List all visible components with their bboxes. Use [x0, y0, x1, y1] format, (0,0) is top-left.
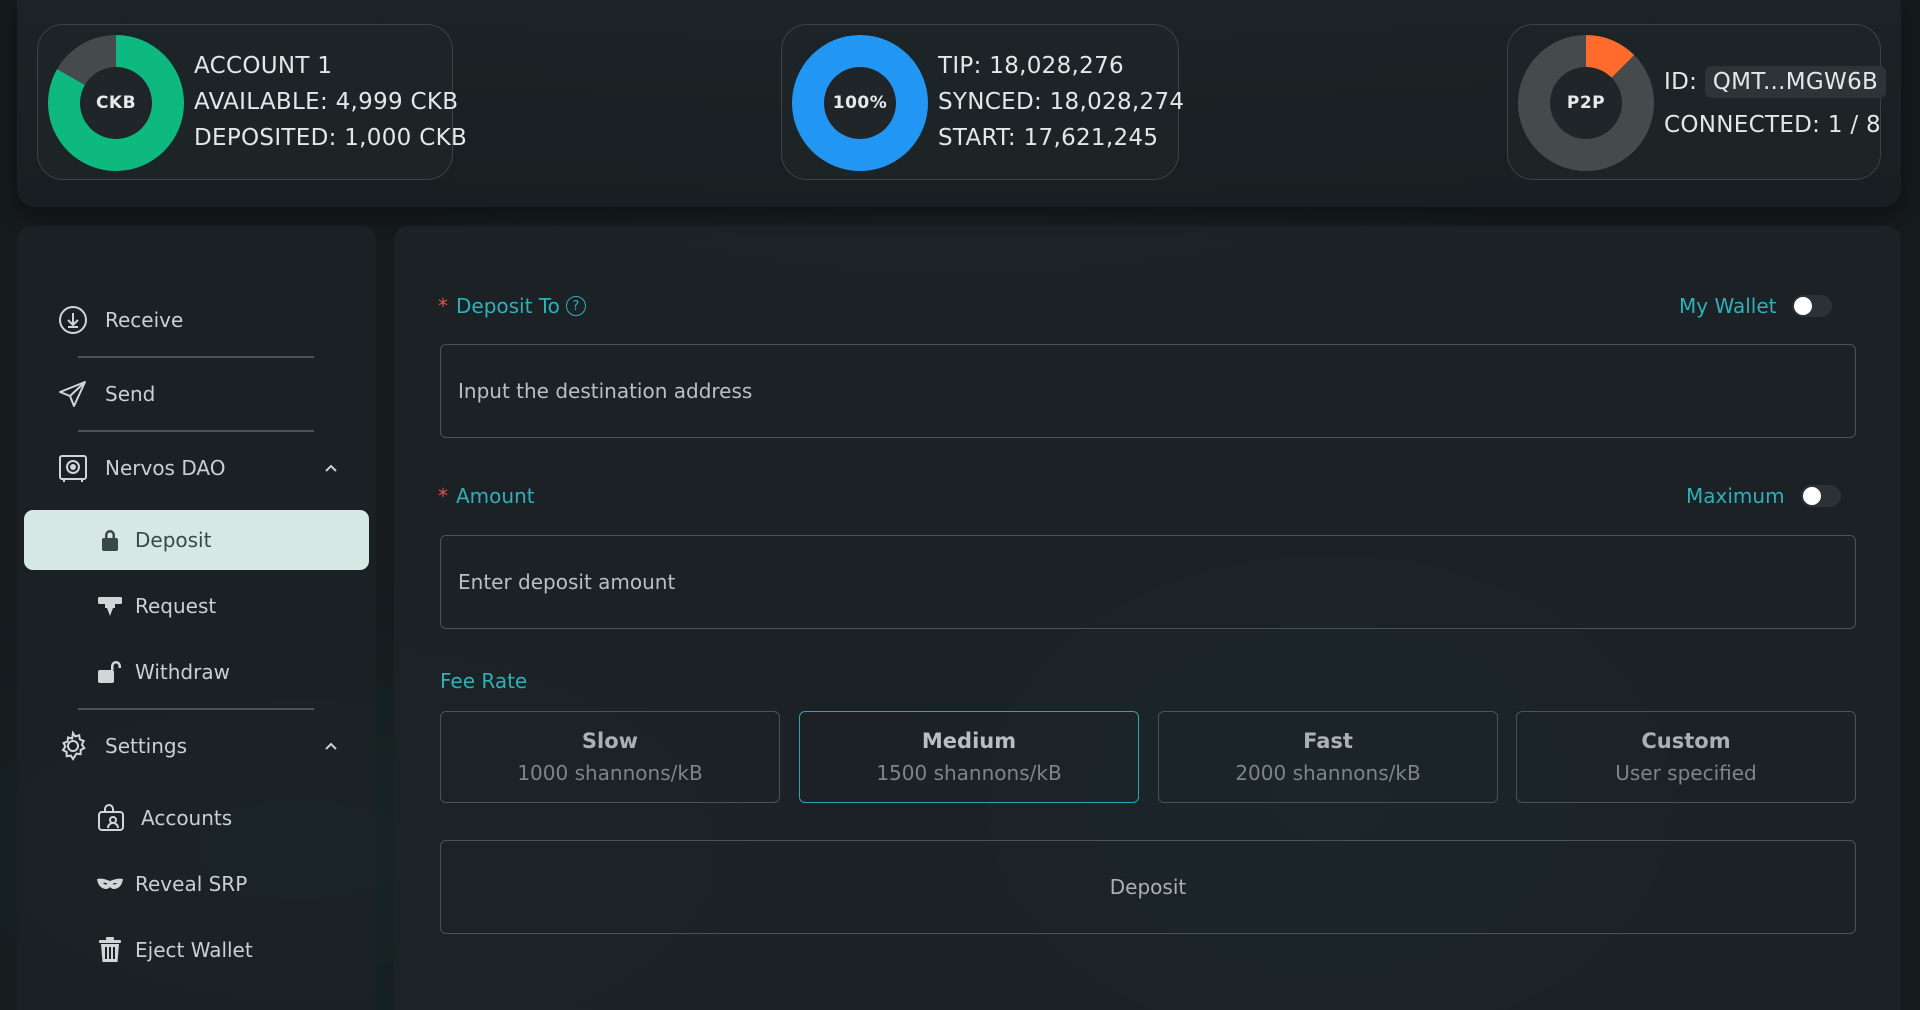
sidebar-item-accounts[interactable]: Accounts [17, 788, 376, 848]
my-wallet-toggle-row: My Wallet [1679, 294, 1833, 318]
account-card: CKB ACCOUNT 1 AVAILABLE: 4,999 CKB DEPOS… [37, 24, 467, 180]
account-deposited: DEPOSITED: 1,000 CKB [194, 125, 468, 151]
deposit-submit-button[interactable]: Deposit [440, 840, 1856, 934]
fee-option-medium[interactable]: Medium 1500 shannons/kB [799, 711, 1139, 803]
sync-progress-ring: 100% [792, 35, 928, 171]
status-bar: CKB ACCOUNT 1 AVAILABLE: 4,999 CKB DEPOS… [17, 0, 1901, 207]
chevron-up-icon[interactable] [323, 738, 339, 754]
accounts-icon [95, 802, 127, 834]
p2p-id-label: ID: [1664, 69, 1698, 95]
p2p-connected: CONNECTED: 1 / 8 [1664, 112, 1881, 138]
sync-synced: SYNCED: 18,028,274 [938, 89, 1185, 115]
deposit-amount-input[interactable] [440, 535, 1856, 629]
sidebar-item-label: Eject Wallet [135, 938, 253, 962]
sidebar-item-request[interactable]: Request [17, 576, 376, 636]
sidebar-item-label: Deposit [135, 528, 212, 552]
sidebar-item-eject-wallet[interactable]: Eject Wallet [17, 920, 376, 980]
sidebar-item-deposit[interactable]: Deposit [24, 510, 369, 570]
send-icon [57, 378, 89, 410]
maximum-toggle[interactable] [1800, 485, 1841, 507]
gear-icon [57, 730, 89, 762]
sync-ring-label: 100% [824, 67, 896, 139]
chevron-up-icon[interactable] [323, 460, 339, 476]
fee-option-name: Fast [1303, 729, 1353, 753]
sync-start: START: 17,621,245 [938, 125, 1159, 151]
p2p-card: P2P ID: QMT...MGW6B CONNECTED: 1 / 8 [1507, 24, 1887, 180]
fee-option-name: Custom [1641, 729, 1731, 753]
p2p-ring-label: P2P [1550, 67, 1622, 139]
sidebar-item-label: Send [105, 382, 156, 406]
deposit-to-text: Deposit To [456, 294, 560, 318]
my-wallet-toggle[interactable] [1792, 295, 1833, 317]
sync-card: 100% TIP: 18,028,276 SYNCED: 18,028,274 … [781, 24, 1184, 180]
sidebar-item-label: Reveal SRP [135, 872, 248, 896]
sidebar-item-label: Request [135, 594, 217, 618]
sidebar: Receive Send Nervos DAO Deposit Request … [17, 226, 376, 1010]
help-icon[interactable]: ? [565, 296, 586, 316]
account-name: ACCOUNT 1 [194, 53, 333, 79]
sidebar-item-reveal-srp[interactable]: Reveal SRP [17, 854, 376, 914]
maximum-toggle-row: Maximum [1686, 484, 1841, 508]
fee-option-rate: 2000 shannons/kB [1235, 761, 1421, 785]
sidebar-divider [78, 356, 314, 358]
unlock-icon [94, 656, 126, 688]
vault-icon [57, 452, 89, 484]
p2p-node-id[interactable]: QMT...MGW6B [1704, 66, 1887, 98]
lock-icon [94, 524, 126, 556]
my-wallet-label: My Wallet [1679, 294, 1777, 318]
sidebar-item-send[interactable]: Send [17, 364, 376, 424]
toggle-knob [1802, 487, 1821, 505]
amount-label: * Amount [438, 484, 535, 508]
fee-option-rate: 1500 shannons/kB [876, 761, 1062, 785]
deposit-to-label: * Deposit To ? [438, 294, 586, 318]
p2p-peers-ring: P2P [1518, 35, 1654, 171]
sidebar-item-settings[interactable]: Settings [17, 716, 376, 776]
request-icon [94, 590, 126, 622]
sidebar-item-label: Receive [105, 308, 184, 332]
sidebar-item-receive[interactable]: Receive [17, 290, 376, 350]
fee-option-fast[interactable]: Fast 2000 shannons/kB [1158, 711, 1498, 803]
account-balance-ring: CKB [48, 35, 184, 171]
fee-rate-label: Fee Rate [440, 669, 528, 693]
account-available: AVAILABLE: 4,999 CKB [194, 89, 459, 115]
mask-icon [94, 868, 126, 900]
required-asterisk: * [438, 484, 448, 508]
deposit-form-panel: * Deposit To ? My Wallet * Amount Maximu… [394, 226, 1901, 1010]
sync-tip: TIP: 18,028,276 [938, 53, 1124, 79]
destination-address-input[interactable] [440, 344, 1856, 438]
toggle-knob [1794, 297, 1813, 315]
fee-option-rate: User specified [1615, 761, 1757, 785]
sidebar-item-nervos-dao[interactable]: Nervos DAO [17, 438, 376, 498]
sidebar-divider [78, 708, 314, 710]
amount-text: Amount [456, 484, 535, 508]
fee-option-name: Medium [921, 729, 1017, 753]
sidebar-item-label: Nervos DAO [105, 456, 226, 480]
receive-icon [57, 304, 89, 336]
fee-option-rate: 1000 shannons/kB [517, 761, 703, 785]
sidebar-item-label: Accounts [141, 806, 233, 830]
required-asterisk: * [438, 294, 448, 318]
sidebar-item-withdraw[interactable]: Withdraw [17, 642, 376, 702]
sidebar-divider [78, 430, 314, 432]
account-ring-label: CKB [80, 67, 152, 139]
fee-option-slow[interactable]: Slow 1000 shannons/kB [440, 711, 780, 803]
maximum-label: Maximum [1686, 484, 1785, 508]
fee-option-name: Slow [581, 729, 639, 753]
trash-icon [94, 934, 126, 966]
sidebar-item-label: Settings [105, 734, 188, 758]
fee-option-custom[interactable]: Custom User specified [1516, 711, 1856, 803]
sidebar-item-label: Withdraw [135, 660, 230, 684]
p2p-id-row: ID: QMT...MGW6B [1664, 66, 1887, 98]
